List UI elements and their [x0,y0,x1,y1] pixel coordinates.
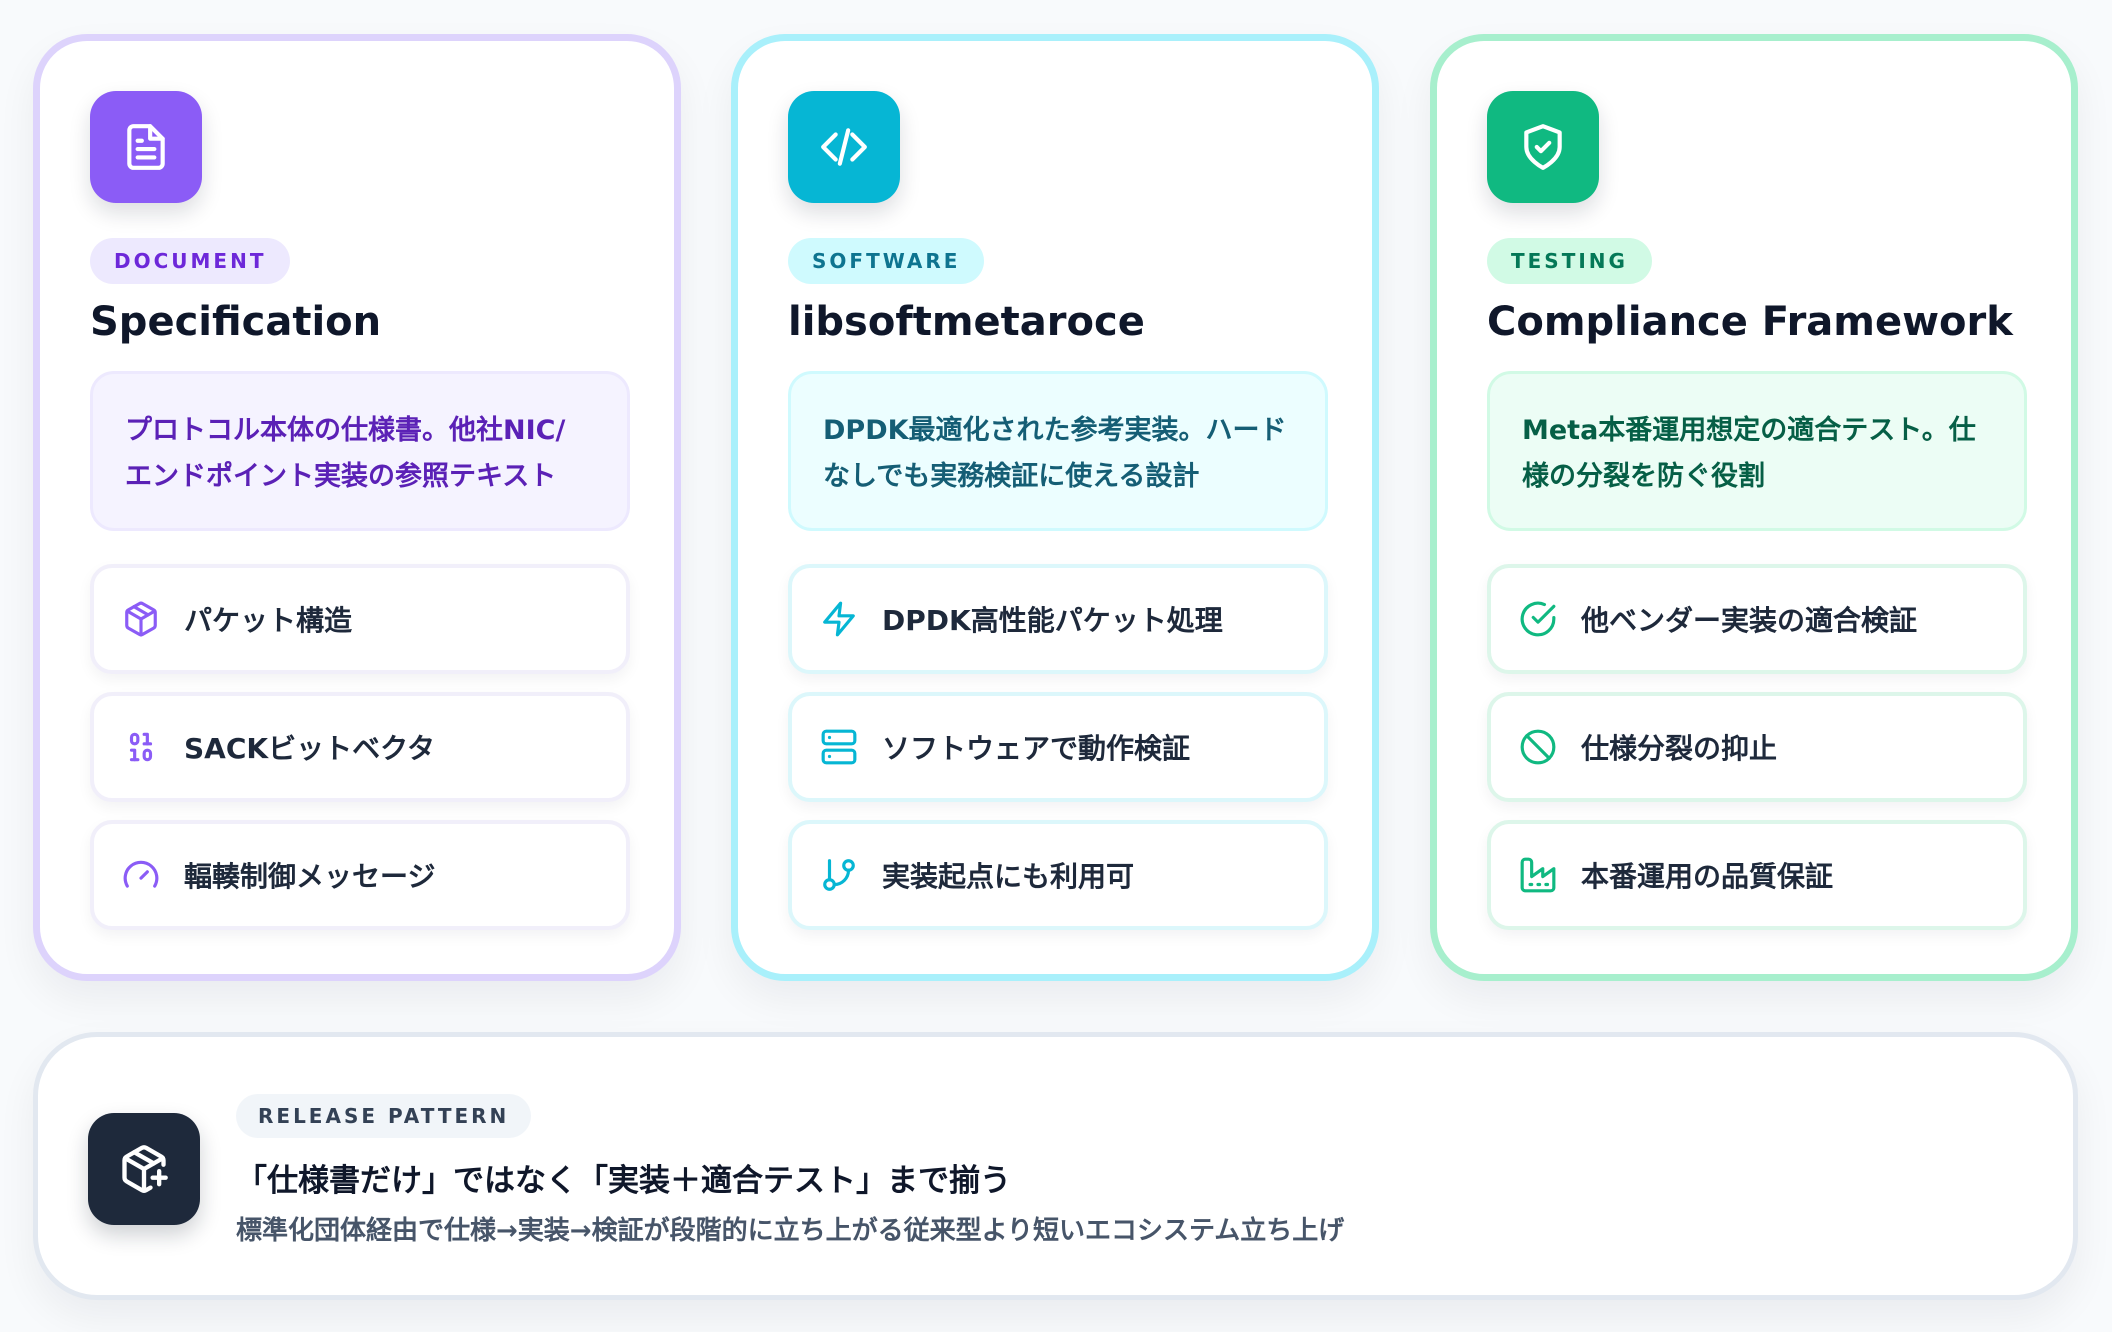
description-line: Meta本番運用想定の適合テスト。仕 [1522,415,1976,446]
feature-label: パケット構造 [184,604,353,637]
card-badge: TESTING [1487,238,1652,284]
binary-icon [129,732,153,762]
check-circle-icon [1520,601,1556,637]
card-compliance-framework: TESTING Compliance Framework Meta本番運用想定の… [1430,34,2078,981]
feature-item: パケット構造 [90,564,630,674]
release-headline: 「仕様書だけ」ではなく「実装＋適合テスト」まで揃う [236,1163,1011,1199]
code-icon [788,91,900,203]
feature-label: DPDK高性能パケット処理 [882,604,1223,637]
feature-item: 実装起点にも利用可 [788,820,1328,930]
feature-label: 輻輳制御メッセージ [184,860,436,893]
release-badge: RELEASE PATTERN [236,1094,532,1138]
description-line: エンドポイント実装の参照テキスト [125,461,557,492]
feature-label: SACKビットベクタ [184,732,435,765]
description-line: DPDK最適化された参考実装。ハード [823,415,1287,446]
server-icon [821,729,857,765]
package-icon [125,601,157,637]
factory-icon [1520,857,1556,893]
card-libsoftmetaroce: SOFTWARE libsoftmetaroce DPDK最適化された参考実装。… [731,34,1379,981]
file-text-icon [90,91,202,203]
card-description: DPDK最適化された参考実装。ハード なしでも実務検証に使える設計 [788,371,1328,531]
release-pattern-panel: RELEASE PATTERN 「仕様書だけ」ではなく「実装＋適合テスト」まで揃… [33,1032,2078,1300]
description-line: プロトコル本体の仕様書。他社NIC/ [125,415,566,446]
card-title: libsoftmetaroce [788,299,1145,345]
release-pattern-diagram: DOCUMENT Specification プロトコル本体の仕様書。他社NIC… [0,0,2112,1332]
feature-item: 輻輳制御メッセージ [90,820,630,930]
feature-label: 他ベンダー実装の適合検証 [1581,604,1918,637]
feature-item: 他ベンダー実装の適合検証 [1487,564,2027,674]
shield-check-icon [1487,91,1599,203]
feature-label: ソフトウェアで動作検証 [882,732,1191,765]
feature-label: 実装起点にも利用可 [882,860,1135,893]
card-title: Compliance Framework [1487,299,2013,345]
feature-item: 本番運用の品質保証 [1487,820,2027,930]
card-description: Meta本番運用想定の適合テスト。仕 様の分裂を防ぐ役割 [1487,371,2027,531]
feature-item: ソフトウェアで動作検証 [788,692,1328,802]
card-specification: DOCUMENT Specification プロトコル本体の仕様書。他社NIC… [33,34,681,981]
feature-label: 本番運用の品質保証 [1581,860,1834,893]
feature-item: 仕様分裂の抑止 [1487,692,2027,802]
zap-icon [823,601,855,637]
card-badge: SOFTWARE [788,238,985,284]
card-title: Specification [90,299,382,345]
feature-item: SACKビットベクタ [90,692,630,802]
description-line: なしでも実務検証に使える設計 [823,461,1200,492]
card-description: プロトコル本体の仕様書。他社NIC/ エンドポイント実装の参照テキスト [90,371,630,531]
git-branch-icon [823,859,855,891]
release-subtext: 標準化団体経由で仕様→実装→検証が段階的に立ち上がる従来型より短いエコシステム立… [236,1216,1345,1246]
gauge-icon [123,860,159,888]
feature-label: 仕様分裂の抑止 [1581,732,1778,765]
ban-icon [1520,729,1556,765]
package-plus-icon [88,1113,200,1225]
card-badge: DOCUMENT [90,238,291,284]
description-line: 様の分裂を防ぐ役割 [1522,461,1765,492]
feature-item: DPDK高性能パケット処理 [788,564,1328,674]
